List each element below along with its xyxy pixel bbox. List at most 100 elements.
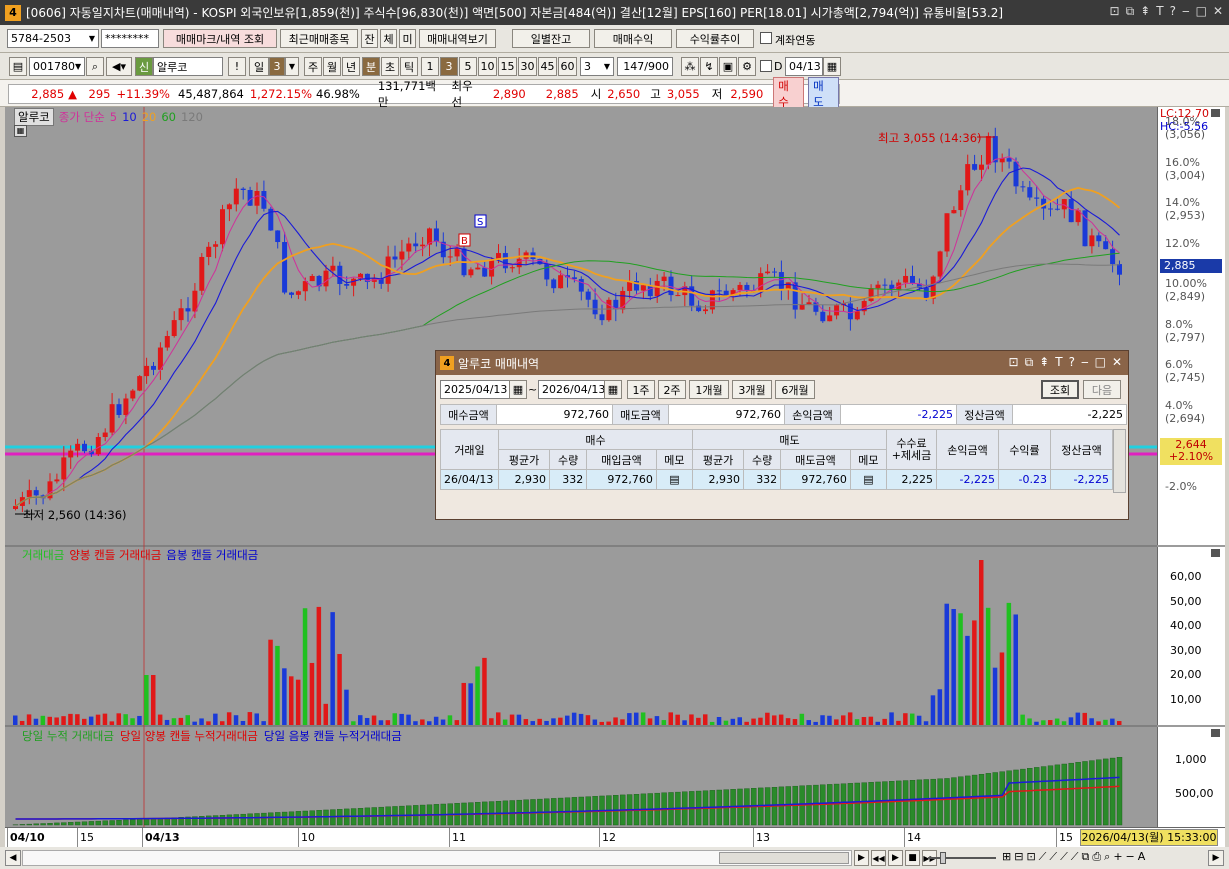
minute-45[interactable]: 45 <box>538 57 557 76</box>
font-icon[interactable]: T <box>1156 4 1163 19</box>
minute-10[interactable]: 10 <box>478 57 497 76</box>
stock-name-field[interactable]: 알루코 <box>153 57 223 76</box>
buy-button[interactable]: 매수 <box>773 77 805 111</box>
settings-gear-icon[interactable]: ⚙ <box>738 57 756 76</box>
stock-code-select[interactable]: 001780 ▼ <box>29 57 85 76</box>
layout-icon[interactable]: ▤ <box>9 57 27 76</box>
scroll-right-icon[interactable]: ▶ <box>854 850 869 866</box>
rewind-icon[interactable]: ◀◀ <box>871 850 886 866</box>
minute-5[interactable]: 5 <box>459 57 477 76</box>
pin-icon[interactable]: ⇞ <box>1039 355 1049 370</box>
table-scrollbar[interactable] <box>1113 429 1126 493</box>
to-date-field[interactable]: 2026/04/13 <box>538 380 606 399</box>
grid-toggle-icon[interactable]: ▦ <box>14 125 27 137</box>
cum-pane-menu-icon[interactable] <box>1211 729 1220 737</box>
volume-pane-menu-icon[interactable] <box>1211 549 1220 557</box>
minute-15[interactable]: 15 <box>498 57 517 76</box>
indicator-icon[interactable]: ↯ <box>700 57 718 76</box>
font-icon[interactable]: T <box>1055 355 1062 370</box>
bar-tool-icon[interactable]: ⁂ <box>681 57 699 76</box>
memo-icon[interactable]: ▤ <box>655 469 693 490</box>
horizontal-scrollbar[interactable] <box>22 850 852 866</box>
draw-fan-icon[interactable]: ⟋ <box>1071 850 1079 864</box>
screen-link-icon[interactable]: ⊡ <box>1110 4 1120 19</box>
return-trend-button[interactable]: 수익률추이 <box>676 29 754 48</box>
duplicate-icon[interactable]: ⧉ <box>1025 355 1034 370</box>
period-day[interactable]: 일 <box>249 57 269 76</box>
minute-60[interactable]: 60 <box>558 57 577 76</box>
period-6month-button[interactable]: 6개월 <box>775 380 815 399</box>
period-2week-button[interactable]: 2주 <box>658 380 686 399</box>
balance-button[interactable]: 잔 <box>361 29 378 48</box>
copy-icon[interactable]: ⧉ <box>1081 850 1089 864</box>
layout-grid-icon[interactable]: ⊟ <box>1014 850 1023 864</box>
period-week[interactable]: 주 <box>304 57 322 76</box>
minute-custom-select[interactable]: 3 ▼ <box>580 57 614 76</box>
date-field[interactable]: 04/13 <box>785 57 823 76</box>
draw-line-icon[interactable]: ⟋ <box>1039 850 1047 864</box>
period-3month-button[interactable]: 3개월 <box>732 380 772 399</box>
zoom-in-icon[interactable]: + <box>1113 850 1122 864</box>
pin-icon[interactable]: ⇞ <box>1140 4 1150 19</box>
from-date-field[interactable]: 2025/04/13 <box>440 380 510 399</box>
bar-count-field[interactable]: 147/900 <box>617 57 673 76</box>
calendar-icon[interactable]: ▦ <box>509 380 527 399</box>
memo-icon[interactable]: ▤ <box>849 469 888 490</box>
account-link-checkbox[interactable] <box>760 32 772 44</box>
chevron-down-icon[interactable]: ▼ <box>285 57 299 76</box>
scrollbar-thumb[interactable] <box>719 852 849 864</box>
minute-3[interactable]: 3 <box>440 57 458 76</box>
close-icon[interactable]: ✕ <box>1213 4 1223 19</box>
screen-link-icon[interactable]: ⊡ <box>1009 355 1019 370</box>
scroll-left-icon[interactable]: ◀ <box>5 850 21 866</box>
date-checkbox[interactable] <box>760 60 772 72</box>
scroll-end-icon[interactable]: ▶ <box>1208 850 1224 866</box>
price-pane-menu-icon[interactable] <box>1211 109 1220 117</box>
alert-icon[interactable]: ! <box>228 57 246 76</box>
period-tick[interactable]: 틱 <box>400 57 418 76</box>
stop-icon[interactable]: ■ <box>905 850 920 866</box>
account-select[interactable]: 5784-2503 ▼ <box>7 29 99 48</box>
duplicate-icon[interactable]: ⧉ <box>1126 4 1135 19</box>
period-month[interactable]: 월 <box>323 57 341 76</box>
period-1week-button[interactable]: 1주 <box>627 380 655 399</box>
period-year[interactable]: 년 <box>342 57 360 76</box>
draw-trend-icon[interactable]: ⟋ <box>1049 850 1057 864</box>
layout-tile-icon[interactable]: ⊡ <box>1026 850 1035 864</box>
minimize-icon[interactable]: ‒ <box>1081 355 1089 370</box>
maximize-icon[interactable]: □ <box>1095 355 1106 370</box>
sell-button[interactable]: 매도 <box>808 77 839 111</box>
close-icon[interactable]: ✕ <box>1112 355 1122 370</box>
period-second[interactable]: 초 <box>381 57 399 76</box>
calendar-icon[interactable]: ▦ <box>604 380 622 399</box>
trade-history-button[interactable]: 매매내역보기 <box>419 29 496 48</box>
zoom-slider[interactable] <box>928 857 996 859</box>
speaker-icon[interactable]: ◀▾ <box>106 57 132 76</box>
save-icon[interactable]: ▣ <box>719 57 737 76</box>
trade-profit-button[interactable]: 매매수익 <box>594 29 672 48</box>
recent-trades-button[interactable]: 최근매매종목 <box>280 29 358 48</box>
zoom-out-icon[interactable]: − <box>1126 850 1135 864</box>
dialog-titlebar[interactable]: 4 알루코 매매내역 ⊡ ⧉ ⇞ T ? ‒ □ ✕ <box>436 351 1128 375</box>
password-field[interactable]: ******** <box>101 29 159 48</box>
calendar-icon[interactable]: ▦ <box>823 57 841 76</box>
layout-split-icon[interactable]: ⊞ <box>1002 850 1011 864</box>
help-icon[interactable]: ? <box>1170 4 1176 19</box>
minute-30[interactable]: 30 <box>518 57 537 76</box>
print-icon[interactable]: ⎙ <box>1092 850 1101 864</box>
magnifier-icon[interactable]: ⌕ <box>1104 850 1110 864</box>
search-icon[interactable]: ⌕ <box>86 57 104 76</box>
draw-channel-icon[interactable]: ⟋ <box>1060 850 1068 864</box>
table-row[interactable]: 26/04/13 2,930 332 972,760 ▤ 2,930 332 9… <box>440 469 1113 490</box>
minute-1[interactable]: 1 <box>421 57 439 76</box>
play-icon[interactable]: ▶ <box>888 850 903 866</box>
trade-mark-search-button[interactable]: 매매마크/내역 조회 <box>163 29 277 48</box>
daily-balance-button[interactable]: 일별잔고 <box>512 29 590 48</box>
unfilled-button[interactable]: 미 <box>399 29 416 48</box>
maximize-icon[interactable]: □ <box>1196 4 1207 19</box>
filled-button[interactable]: 체 <box>380 29 397 48</box>
auto-fit-icon[interactable]: A <box>1138 850 1146 864</box>
help-icon[interactable]: ? <box>1069 355 1075 370</box>
period-minute[interactable]: 분 <box>362 57 380 76</box>
zoom-slider-thumb[interactable] <box>940 852 946 864</box>
